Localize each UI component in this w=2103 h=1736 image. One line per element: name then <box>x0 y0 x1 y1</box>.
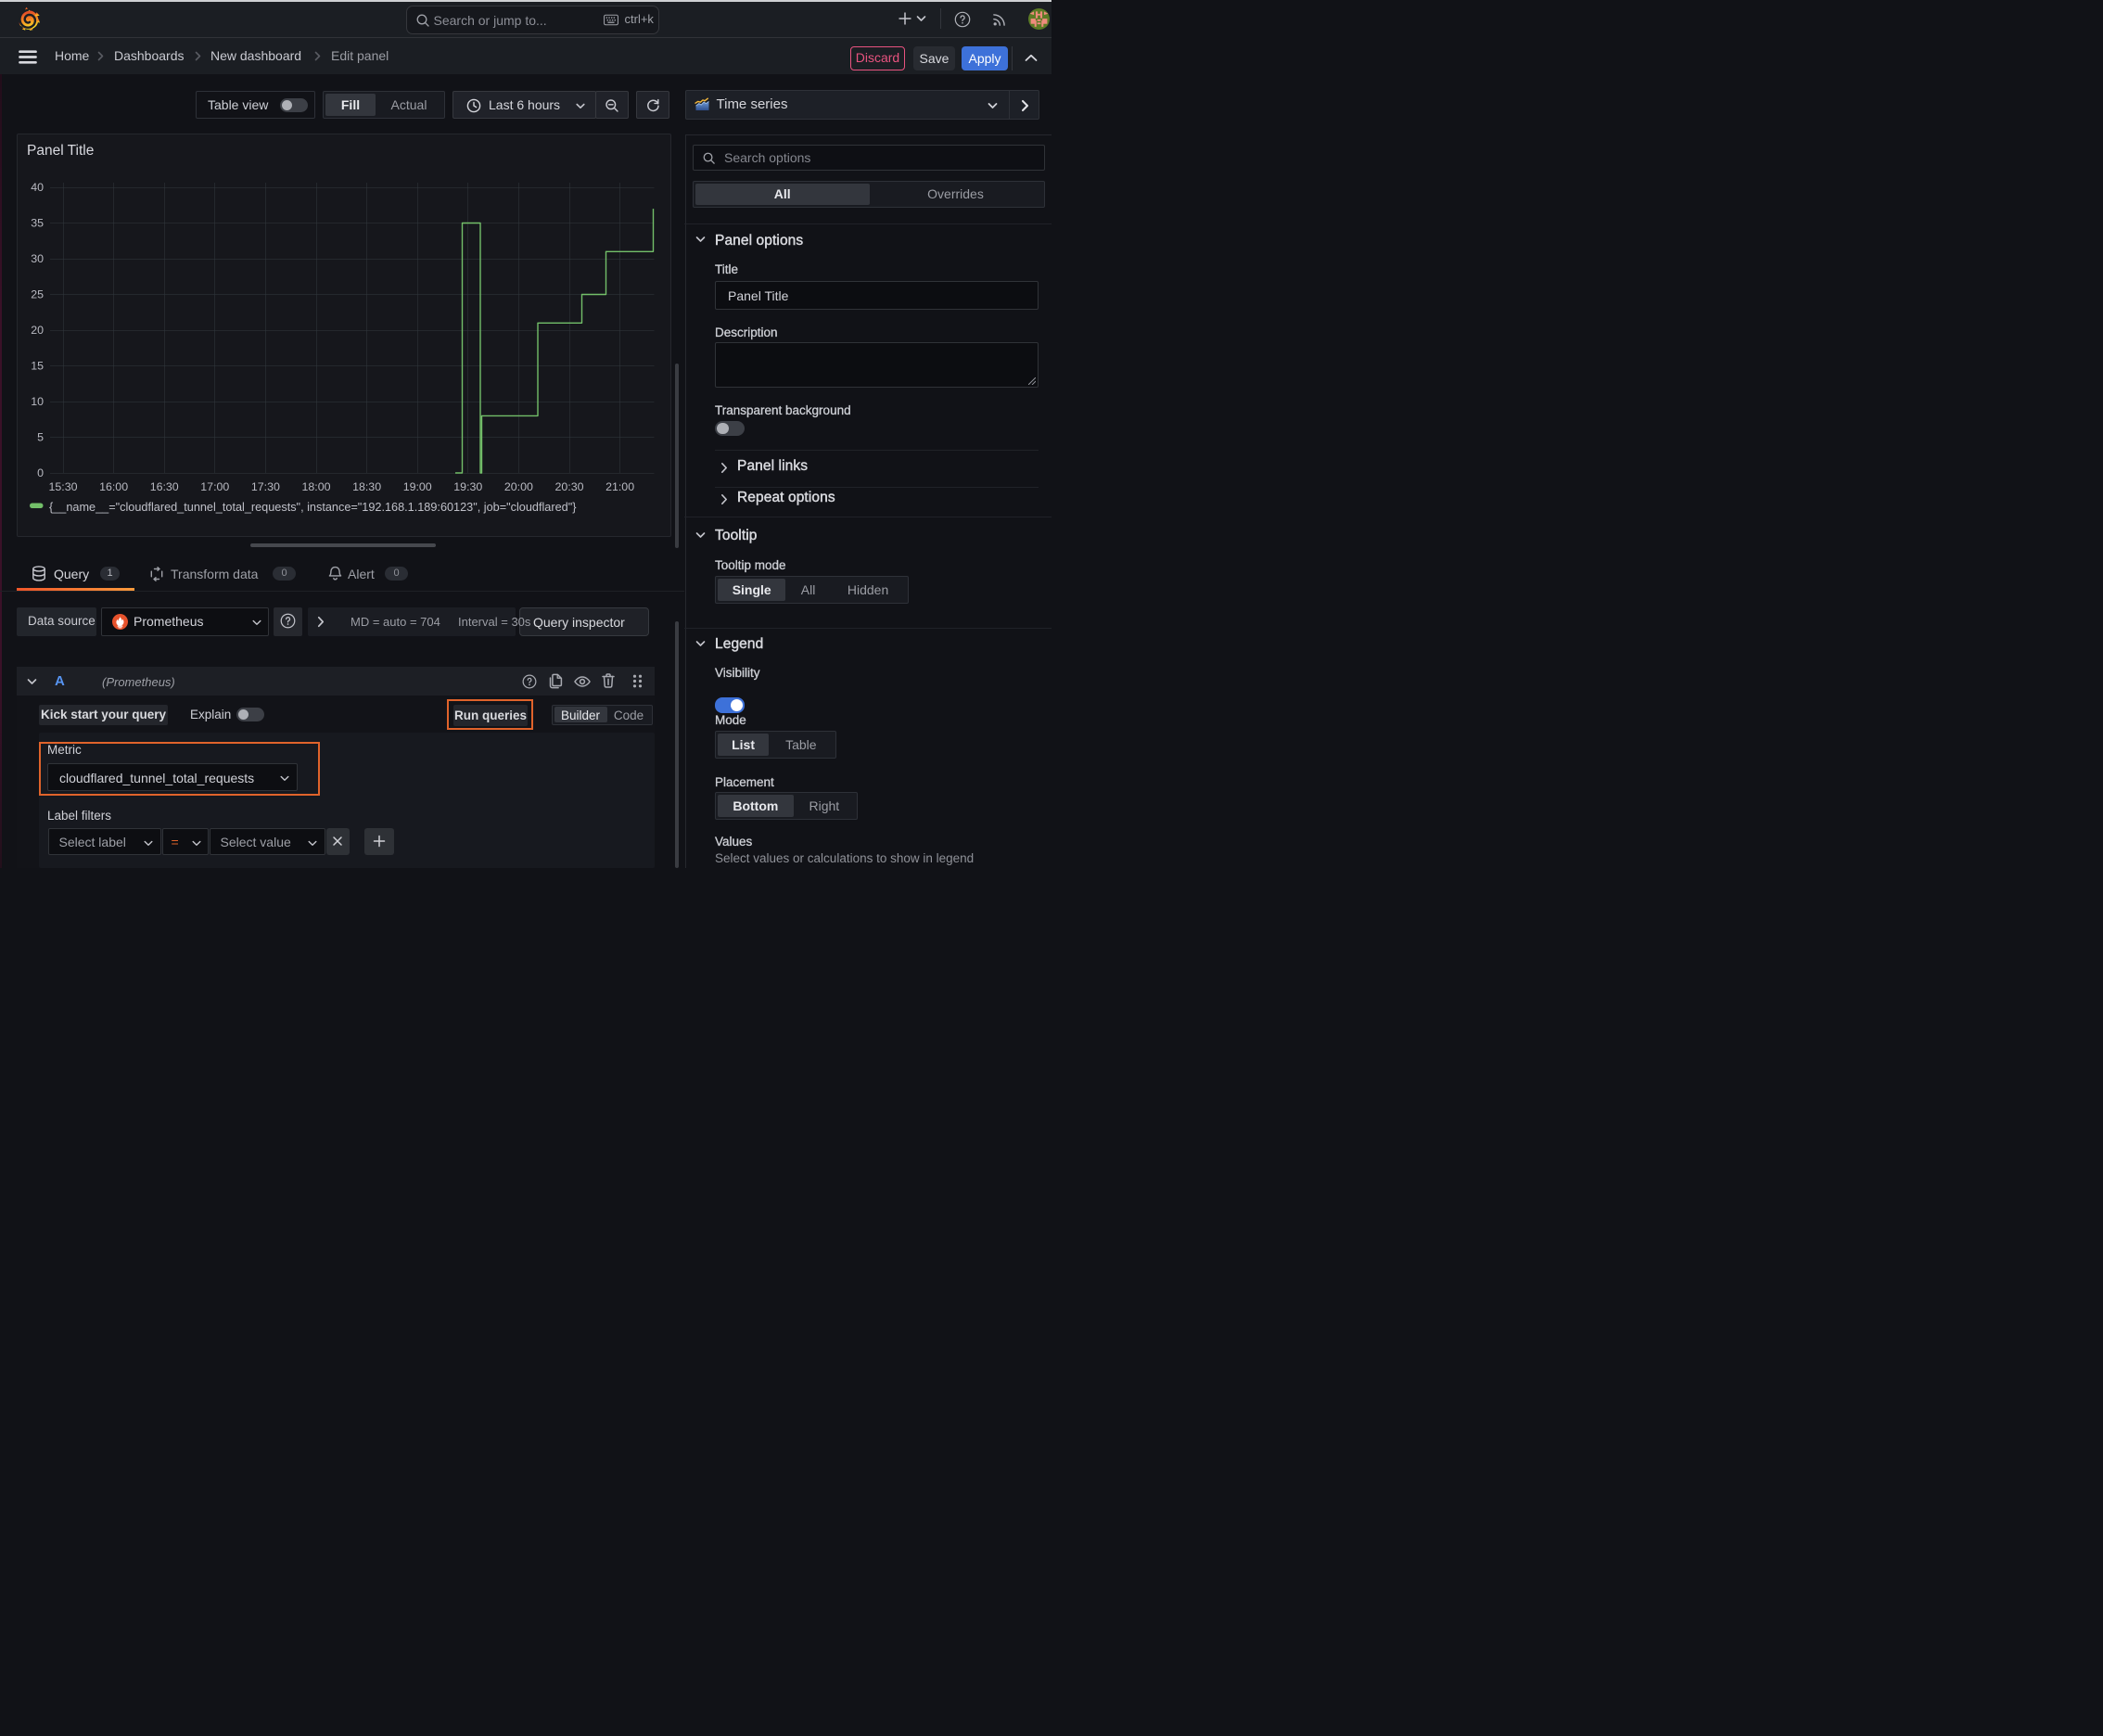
svg-text:10: 10 <box>31 395 44 408</box>
svg-text:16:00: 16:00 <box>99 480 128 493</box>
svg-text:20: 20 <box>31 324 44 337</box>
svg-text:{__name__="cloudflared_tunnel_: {__name__="cloudflared_tunnel_total_requ… <box>49 501 577 514</box>
svg-text:17:00: 17:00 <box>200 480 229 493</box>
svg-text:17:30: 17:30 <box>251 480 280 493</box>
svg-text:18:00: 18:00 <box>301 480 330 493</box>
svg-text:15: 15 <box>31 360 44 373</box>
svg-text:35: 35 <box>31 217 44 230</box>
svg-text:15:30: 15:30 <box>48 480 77 493</box>
svg-text:19:00: 19:00 <box>403 480 432 493</box>
svg-text:19:30: 19:30 <box>453 480 482 493</box>
svg-text:30: 30 <box>31 252 44 265</box>
svg-text:25: 25 <box>31 288 44 301</box>
svg-text:0: 0 <box>37 466 44 479</box>
svg-text:21:00: 21:00 <box>605 480 634 493</box>
svg-text:18:30: 18:30 <box>352 480 381 493</box>
svg-text:20:00: 20:00 <box>504 480 533 493</box>
svg-text:40: 40 <box>31 181 44 194</box>
svg-text:20:30: 20:30 <box>554 480 583 493</box>
svg-text:16:30: 16:30 <box>150 480 179 493</box>
svg-text:5: 5 <box>37 431 44 444</box>
